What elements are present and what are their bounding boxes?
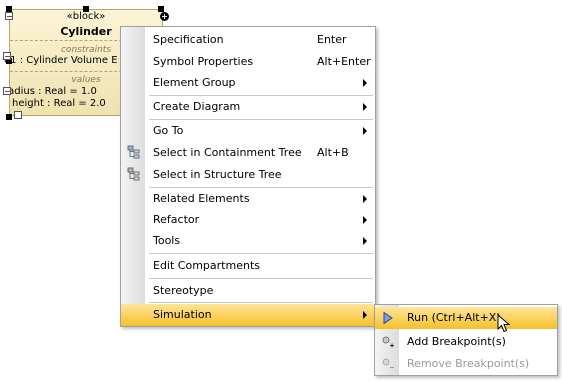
menu-item-go-to[interactable]: Go To: [121, 120, 375, 142]
menu-separator: [149, 278, 373, 279]
menu-separator: [149, 302, 373, 303]
submenu-arrow-icon: [363, 216, 367, 224]
menu-item-specification[interactable]: Specification Enter: [121, 29, 375, 51]
menu-item-select-in-containment-tree[interactable]: Select in Containment Tree Alt+B: [121, 142, 375, 164]
submenu-arrow-icon: [363, 195, 367, 203]
block-stereotype: «block»: [66, 11, 106, 22]
menu-item-symbol-properties[interactable]: Symbol Properties Alt+Enter: [121, 51, 375, 73]
collapse-toggle-icon[interactable]: −: [5, 12, 13, 21]
menu-item-create-diagram[interactable]: Create Diagram: [121, 96, 375, 118]
selection-handle[interactable]: [83, 6, 89, 12]
containment-tree-icon: [127, 145, 140, 159]
submenu-arrow-icon: [363, 237, 367, 245]
structure-tree-icon: [127, 167, 140, 181]
add-compartment-icon[interactable]: +: [160, 12, 169, 21]
value-row-radius[interactable]: radius : Real = 1.0: [4, 86, 97, 97]
menu-item-element-group[interactable]: Element Group: [121, 72, 375, 94]
menu-item-tools[interactable]: Tools: [121, 230, 375, 252]
menu-item-simulation[interactable]: Simulation: [121, 304, 375, 326]
menu-item-refactor[interactable]: Refactor: [121, 209, 375, 231]
context-menu: Specification Enter Symbol Properties Al…: [120, 26, 376, 327]
selection-handle[interactable]: [6, 114, 12, 120]
menu-item-related-elements[interactable]: Related Elements: [121, 188, 375, 210]
collapse-toggle-icon[interactable]: −: [3, 52, 11, 61]
value-row-height[interactable]: height : Real = 2.0: [12, 98, 106, 109]
menu-item-edit-compartments[interactable]: Edit Compartments: [121, 255, 375, 277]
simulation-submenu: Run (Ctrl+Alt+X) Add Breakpoint(s) Remov…: [374, 304, 558, 376]
shortcut-label: Alt+B: [317, 146, 349, 159]
menu-separator: [149, 253, 373, 254]
add-breakpoint-icon: [382, 336, 394, 348]
run-icon: [383, 311, 393, 325]
mouse-cursor-icon: [497, 314, 511, 333]
submenu-arrow-icon: [363, 127, 367, 135]
shortcut-label: Alt+Enter: [317, 55, 371, 68]
menu-item-select-in-structure-tree[interactable]: Select in Structure Tree: [121, 164, 375, 186]
collapse-toggle-icon[interactable]: −: [3, 87, 11, 96]
submenu-arrow-icon: [363, 311, 367, 319]
constraint-row[interactable]: e1 : Cylinder Volume E: [4, 55, 118, 66]
submenu-item-run[interactable]: Run (Ctrl+Alt+X): [375, 307, 557, 329]
submenu-item-remove-breakpoint[interactable]: Remove Breakpoint(s): [375, 353, 557, 375]
remove-breakpoint-icon: [382, 358, 394, 368]
submenu-item-add-breakpoint[interactable]: Add Breakpoint(s): [375, 331, 557, 353]
submenu-arrow-icon: [363, 79, 367, 87]
menu-item-stereotype[interactable]: Stereotype: [121, 280, 375, 302]
shortcut-label: Enter: [317, 33, 347, 46]
submenu-arrow-icon: [363, 103, 367, 111]
compartment-toggle-icon[interactable]: [14, 111, 22, 119]
